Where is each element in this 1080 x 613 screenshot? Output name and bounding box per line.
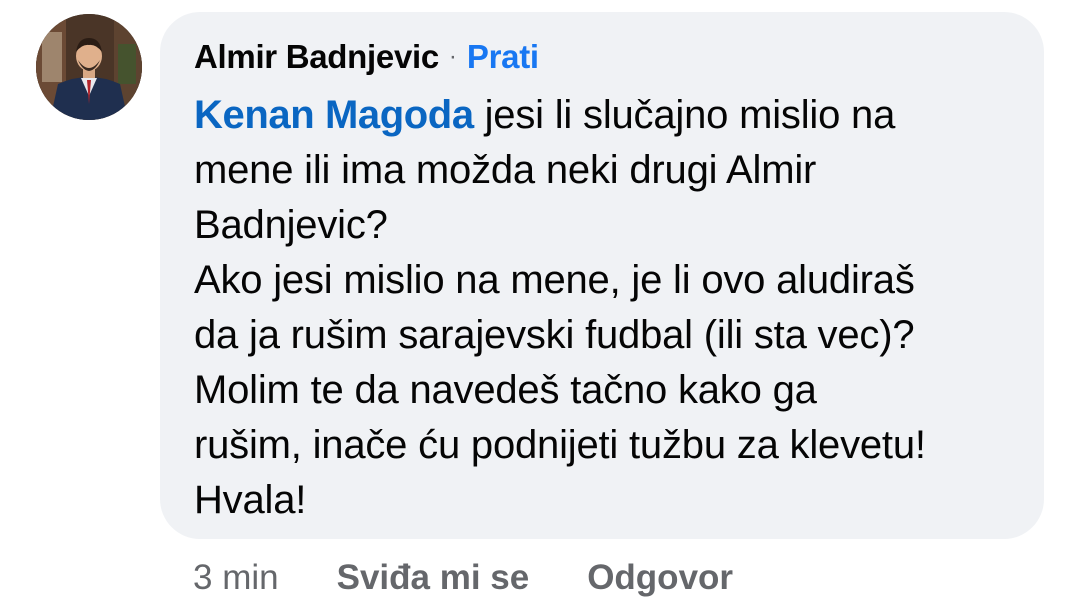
comment-line: Hvala! <box>194 478 307 522</box>
comment-actions: 3 min Sviđa mi se Odgovor <box>193 558 733 598</box>
mention-link[interactable]: Kenan Magoda <box>194 93 474 137</box>
separator-dot: · <box>448 43 457 70</box>
comment-header: Almir Badnjevic · Prati <box>194 34 1044 80</box>
follow-button[interactable]: Prati <box>467 38 539 76</box>
comment-line: da ja rušim sarajevski fudbal (ili sta v… <box>194 313 915 357</box>
comment-line: Kenan Magoda jesi li slučajno mislio na <box>194 88 1014 143</box>
reply-button[interactable]: Odgovor <box>587 558 733 598</box>
like-button[interactable]: Sviđa mi se <box>337 558 530 598</box>
timestamp[interactable]: 3 min <box>193 558 279 598</box>
profile-photo <box>36 14 142 120</box>
comment-line-text: jesi li slučajno mislio na <box>473 93 896 137</box>
comment: Almir Badnjevic · Prati Kenan Magoda jes… <box>0 0 1080 613</box>
comment-line: Badnjevic? <box>194 203 388 247</box>
comment-bubble: Almir Badnjevic · Prati Kenan Magoda jes… <box>160 12 1044 539</box>
author-name[interactable]: Almir Badnjevic <box>194 38 439 76</box>
comment-line: Molim te da navedeš tačno kako ga <box>194 368 817 412</box>
comment-text: Kenan Magoda jesi li slučajno mislio na … <box>194 88 1014 528</box>
comment-line: mene ili ima možda neki drugi Almir <box>194 148 817 192</box>
avatar[interactable] <box>36 14 142 120</box>
comment-line: rušim, inače ću podnijeti tužbu za kleve… <box>194 423 926 467</box>
comment-line: Ako jesi mislio na mene, je li ovo aludi… <box>194 258 915 302</box>
